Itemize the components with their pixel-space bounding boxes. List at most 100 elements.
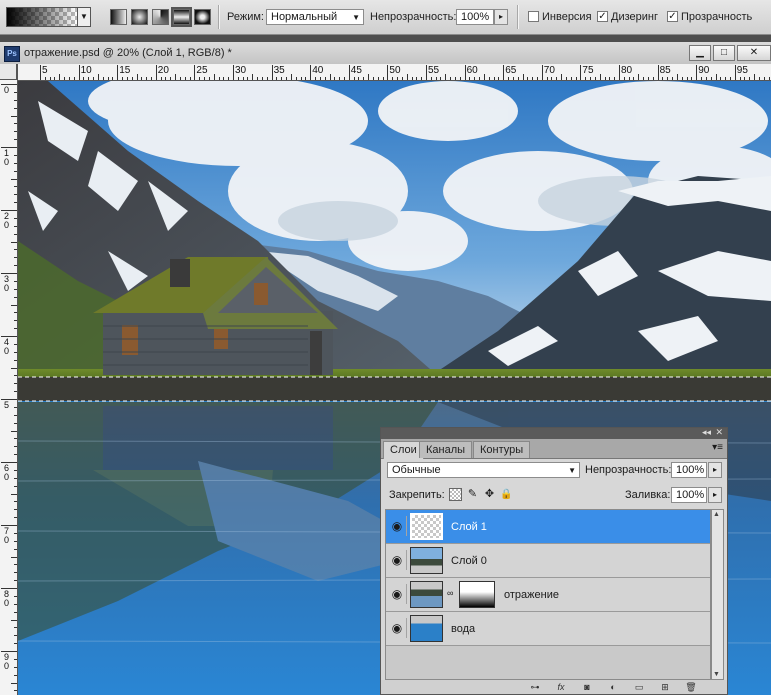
ruler-tick <box>667 77 669 80</box>
folder-icon[interactable]: ▭ <box>633 682 645 692</box>
layers-scrollbar[interactable]: ▲ ▼ <box>711 509 724 680</box>
ruler-tick <box>175 74 177 80</box>
maximize-button[interactable]: □ <box>713 45 735 61</box>
fill-input[interactable]: 100% <box>671 487 707 503</box>
tab-layers[interactable]: Слои <box>383 441 424 459</box>
opacity-stepper[interactable]: ▸ <box>494 9 508 25</box>
eye-icon[interactable]: ◉ <box>388 516 407 536</box>
ruler-tick <box>479 77 481 80</box>
layer-row-sloy-0[interactable]: ◉ Слой 0 <box>386 544 710 578</box>
layer-name[interactable]: Слой 1 <box>451 521 487 533</box>
ruler-tick <box>358 77 360 80</box>
collapse-icon[interactable]: ◂◂ <box>702 427 711 438</box>
gradient-swatch[interactable] <box>6 7 78 27</box>
ruler-tick <box>122 77 124 80</box>
separator <box>218 5 219 29</box>
ruler-tick <box>266 77 268 80</box>
panel-menu-icon[interactable]: ▾≡ <box>712 442 723 453</box>
lock-position-move-icon[interactable]: ✥ <box>483 488 496 501</box>
mode-select[interactable]: Нормальный ▼ <box>266 9 364 25</box>
scroll-down-icon[interactable]: ▼ <box>713 671 720 678</box>
reflected-gradient-icon[interactable] <box>171 7 192 27</box>
layer-row-otrazhenie[interactable]: ◉ ∞ отражение <box>386 578 710 612</box>
ruler-tick <box>570 77 572 80</box>
fx-icon[interactable]: fx <box>555 682 567 692</box>
ruler-tick <box>107 77 109 80</box>
ruler-tick <box>204 77 206 80</box>
new-layer-icon[interactable]: ⊞ <box>659 682 671 692</box>
diamond-gradient-icon[interactable] <box>194 9 211 25</box>
layer-name[interactable]: вода <box>451 623 475 635</box>
vertical-ruler[interactable]: 0 10 20 30 40 5 60 70 80 90 <box>0 64 18 695</box>
layer-row-sloy-1[interactable]: ◉ Слой 1 <box>386 510 710 544</box>
layer-opacity-stepper[interactable]: ▸ <box>708 462 722 478</box>
ruler-tick <box>493 77 495 80</box>
dither-checkbox[interactable]: ✓ <box>597 11 608 22</box>
ruler-tick <box>536 77 538 80</box>
layer-row-voda[interactable]: ◉ вода <box>386 612 710 646</box>
radial-gradient-icon[interactable] <box>131 9 148 25</box>
angle-gradient-icon[interactable] <box>152 9 169 25</box>
ruler-tick <box>14 265 17 267</box>
ruler-number: 50 <box>389 65 401 76</box>
separator <box>517 5 518 29</box>
eye-icon[interactable]: ◉ <box>388 618 407 638</box>
tab-channels[interactable]: Каналы <box>419 441 473 458</box>
ruler-number: 90 <box>3 652 9 671</box>
linear-gradient-icon[interactable] <box>110 9 127 25</box>
ruler-tick <box>223 77 225 80</box>
mask-icon[interactable]: ◙ <box>581 682 593 692</box>
ruler-tick <box>11 619 17 621</box>
ruler-tick <box>474 77 476 80</box>
close-icon[interactable]: ✕ <box>715 427 723 438</box>
ruler-tick <box>744 77 746 80</box>
horizontal-ruler[interactable]: 5 10 15 20 25 30 35 40 45 50 55 60 65 70 75 80 85 90 95 <box>17 64 771 81</box>
lock-pixels-brush-icon[interactable]: ✎ <box>466 488 479 501</box>
ruler-tick <box>14 249 17 251</box>
ruler-number: 70 <box>543 65 555 76</box>
gradient-dropdown-button[interactable]: ▼ <box>77 7 91 27</box>
ruler-tick <box>14 107 17 109</box>
ruler-tick <box>339 77 341 80</box>
layer-mask-thumbnail[interactable] <box>459 581 495 608</box>
ruler-origin[interactable] <box>0 64 17 80</box>
ruler-tick <box>97 74 99 80</box>
ruler-tick <box>565 77 567 80</box>
ruler-tick <box>676 74 678 80</box>
lock-all-icon[interactable]: 🔒 <box>500 488 513 501</box>
ruler-tick <box>421 77 423 80</box>
blend-mode-select[interactable]: Обычные ▼ <box>387 462 580 478</box>
ruler-tick <box>40 65 41 80</box>
ruler-tick <box>247 77 249 80</box>
eye-icon[interactable]: ◉ <box>388 584 407 604</box>
ruler-tick <box>353 77 355 80</box>
fill-stepper[interactable]: ▸ <box>708 487 722 503</box>
eye-icon[interactable]: ◉ <box>388 550 407 570</box>
ruler-tick <box>14 627 17 629</box>
close-button[interactable]: ✕ <box>737 45 771 61</box>
reverse-checkbox[interactable] <box>528 11 539 22</box>
minimize-button[interactable]: ▁ <box>689 45 711 61</box>
chain-link-icon[interactable]: ∞ <box>447 588 453 598</box>
layer-opacity-input[interactable]: 100% <box>671 462 707 478</box>
ruler-tick <box>758 77 760 80</box>
ruler-tick <box>426 65 427 80</box>
tab-paths[interactable]: Контуры <box>473 441 531 458</box>
trash-icon[interactable]: 🗑 <box>685 682 697 692</box>
ruler-tick <box>715 74 717 80</box>
opacity-input[interactable]: 100% <box>456 9 494 25</box>
scroll-up-icon[interactable]: ▲ <box>713 511 720 518</box>
layer-name[interactable]: отражение <box>504 589 559 601</box>
ruler-tick <box>14 564 17 566</box>
lock-transparent-icon[interactable] <box>449 488 462 501</box>
ruler-number: 15 <box>119 65 131 76</box>
panel-header-strip[interactable]: ◂◂ ✕ <box>381 427 727 439</box>
layer-name[interactable]: Слой 0 <box>451 555 487 567</box>
transparency-checkbox[interactable]: ✓ <box>667 11 678 22</box>
link-layers-icon[interactable]: ⊶ <box>529 682 541 692</box>
document-title-bar[interactable]: Ps отражение.psd @ 20% (Слой 1, RGB/8) *… <box>0 42 771 65</box>
ruler-tick <box>14 375 17 377</box>
ruler-tick <box>445 74 447 80</box>
ruler-tick <box>768 77 770 80</box>
adjustment-icon[interactable]: ◐ <box>607 682 619 692</box>
